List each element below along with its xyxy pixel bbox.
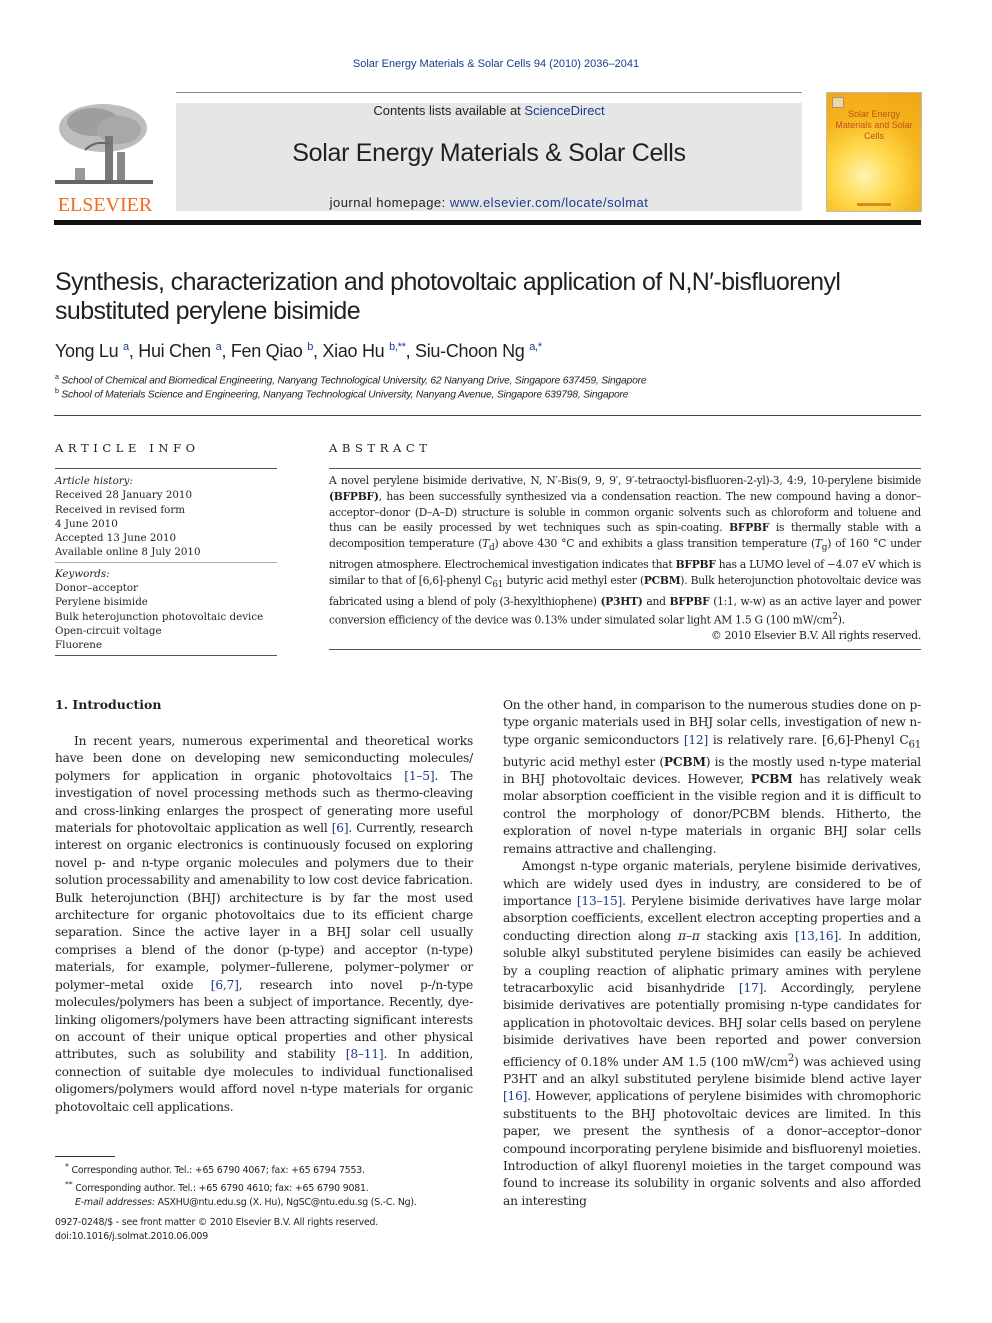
history-item: Received 28 January 2010 xyxy=(55,489,193,502)
article-info: ARTICLE INFO Article history: Received 2… xyxy=(55,441,277,656)
keyword: Open-circuit voltage xyxy=(55,624,162,637)
citation-link[interactable]: [13–15] xyxy=(577,894,622,908)
keyword: Perylene bisimide xyxy=(55,596,148,609)
affiliation-b: b School of Materials Science and Engine… xyxy=(55,388,629,401)
doi-link[interactable]: doi:10.1016/j.solmat.2010.06.009 xyxy=(55,1230,378,1244)
author[interactable]: Xiao Hu b,** xyxy=(322,341,405,361)
citation-link[interactable]: [16] xyxy=(503,1089,527,1103)
cover-footer-mark xyxy=(857,203,891,206)
paragraph: In recent years, numerous experimental a… xyxy=(55,734,474,1114)
paragraph: Amongst n-type organic materials, peryle… xyxy=(503,859,921,1208)
keyword: Fluorene xyxy=(55,639,103,652)
citation-link[interactable]: [6,7] xyxy=(211,978,239,992)
author-list: Yong Lu a, Hui Chen a, Fen Qiao b, Xiao … xyxy=(55,341,542,361)
section-heading-introduction: 1. Introduction xyxy=(55,697,162,712)
abstract-text: A novel perylene bisimide derivative, N,… xyxy=(329,474,921,643)
contents-prefix: Contents lists available at xyxy=(373,103,525,118)
article-info-rule xyxy=(55,468,277,469)
elsevier-tree-icon xyxy=(55,100,153,188)
citation-link[interactable]: [1–5] xyxy=(404,769,434,783)
article-title: Synthesis, characterization and photovol… xyxy=(55,268,841,325)
author[interactable]: Siu-Choon Ng a,* xyxy=(415,341,542,361)
citation-link[interactable]: [8–11] xyxy=(346,1047,384,1061)
author[interactable]: Fen Qiao b xyxy=(231,341,313,361)
history-item: Available online 8 July 2010 xyxy=(55,546,201,559)
elsevier-wordmark: ELSEVIER xyxy=(57,194,153,216)
email-addresses[interactable]: ASXHU@ntu.edu.sg (X. Hu), NgSC@ntu.edu.s… xyxy=(155,1197,417,1208)
author[interactable]: Hui Chen a xyxy=(138,341,221,361)
abstract-rule xyxy=(329,468,921,469)
footnotes: * Corresponding author. Tel.: +65 6790 4… xyxy=(55,1160,485,1210)
contents-line: Contents lists available at ScienceDirec… xyxy=(176,103,802,118)
history-rule xyxy=(55,561,277,563)
header-bottom-rule xyxy=(54,220,921,225)
footnote-corresponding-1: * Corresponding author. Tel.: +65 6790 4… xyxy=(65,1162,365,1177)
footnote-emails: E-mail addresses: ASXHU@ntu.edu.sg (X. H… xyxy=(75,1197,417,1209)
homepage-prefix: journal homepage: xyxy=(329,195,450,210)
article-history: Article history: Received 28 January 201… xyxy=(55,474,277,560)
abstract-bottom-rule xyxy=(329,648,921,650)
journal-banner: Contents lists available at ScienceDirec… xyxy=(176,103,802,211)
paragraph: On the other hand, in comparison to the … xyxy=(503,698,921,856)
cover-publisher-icon xyxy=(832,97,844,108)
keywords: Keywords: Donor–acceptor Perylene bisimi… xyxy=(55,567,277,653)
article-info-heading: ARTICLE INFO xyxy=(55,441,200,455)
history-item: Accepted 13 June 2010 xyxy=(55,532,177,545)
citation-link[interactable]: [13,16] xyxy=(795,929,838,943)
running-head: Solar Energy Materials & Solar Cells 94 … xyxy=(0,58,992,70)
front-matter: 0927-0248/$ - see front matter © 2010 El… xyxy=(55,1216,378,1244)
cover-title: Solar Energy Materials and Solar Cells xyxy=(835,109,913,141)
footnote-rule xyxy=(55,1156,115,1157)
header-top-rule xyxy=(176,92,802,93)
history-item: 4 June 2010 xyxy=(55,517,118,530)
keyword: Donor–acceptor xyxy=(55,582,138,595)
issn-line: 0927-0248/$ - see front matter © 2010 El… xyxy=(55,1217,379,1228)
homepage-line: journal homepage: www.elsevier.com/locat… xyxy=(176,195,802,210)
abstract-copyright: © 2010 Elsevier B.V. All rights reserved… xyxy=(711,629,921,643)
affiliation-a: a School of Chemical and Biomedical Engi… xyxy=(55,374,647,387)
abstract: ABSTRACT A novel perylene bisimide deriv… xyxy=(329,441,921,650)
body-right-column: On the other hand, in comparison to the … xyxy=(503,697,921,1210)
history-item: Received in revised form xyxy=(55,503,186,516)
journal-homepage-link[interactable]: www.elsevier.com/locate/solmat xyxy=(450,195,649,210)
citation-link[interactable]: [12] xyxy=(684,733,708,747)
journal-title: Solar Energy Materials & Solar Cells xyxy=(292,139,686,167)
keywords-rule xyxy=(55,654,277,656)
footnote-corresponding-2: ** Corresponding author. Tel.: +65 6790 … xyxy=(65,1180,369,1195)
journal-cover-thumbnail[interactable]: Solar Energy Materials and Solar Cells xyxy=(826,92,922,212)
citation-link[interactable]: [17] xyxy=(739,981,763,995)
citation-link[interactable]: [6] xyxy=(332,821,349,835)
sciencedirect-link[interactable]: ScienceDirect xyxy=(524,103,604,118)
abstract-heading: ABSTRACT xyxy=(329,441,432,455)
keywords-label: Keywords: xyxy=(55,567,110,580)
body-left-column: In recent years, numerous experimental a… xyxy=(55,733,473,1116)
author[interactable]: Yong Lu a xyxy=(55,341,129,361)
article-history-label: Article history: xyxy=(55,475,133,487)
affiliation-rule xyxy=(54,415,921,416)
publisher-logo[interactable]: ELSEVIER xyxy=(55,100,155,216)
keyword: Bulk heterojunction photovoltaic device xyxy=(55,610,264,623)
running-head-link[interactable]: Solar Energy Materials & Solar Cells 94 … xyxy=(353,58,639,70)
